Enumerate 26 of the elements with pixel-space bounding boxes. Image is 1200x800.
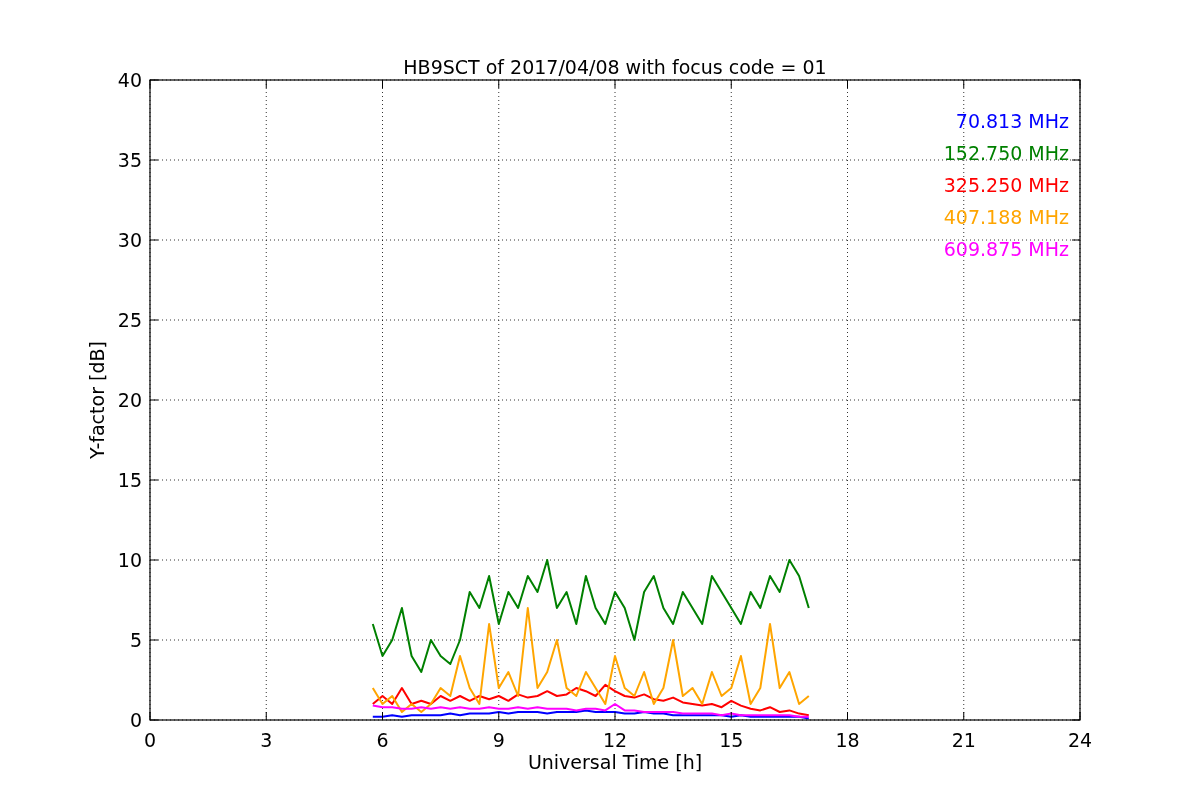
x-axis-label: Universal Time [h]: [527, 751, 703, 773]
legend-label: 407.188 MHz: [943, 206, 1069, 228]
tick-label: 6: [376, 729, 389, 751]
tick-label: 40: [117, 69, 142, 91]
legend-label: 609.875 MHz: [943, 238, 1069, 260]
tick-label: 35: [117, 149, 142, 171]
tick-label: 10: [117, 549, 142, 571]
tick-label: 5: [129, 629, 142, 651]
chart-title: HB9SCT of 2017/04/08 with focus code = 01: [403, 56, 827, 78]
legend-label: 70.813 MHz: [955, 110, 1069, 132]
legend-label: 325.250 MHz: [943, 174, 1069, 196]
tick-label: 24: [1067, 729, 1093, 751]
tick-label: 25: [117, 309, 142, 331]
tick-label: 20: [117, 389, 142, 411]
tick-label: 3: [260, 729, 273, 751]
tick-label: 9: [492, 729, 505, 751]
y-axis-label: Y-factor [dB]: [86, 341, 108, 459]
tick-label: 15: [719, 729, 744, 751]
tick-label: 0: [143, 729, 157, 751]
tick-label: 0: [129, 709, 142, 731]
tick-label: 18: [835, 729, 860, 751]
legend-label: 152.750 MHz: [943, 142, 1069, 164]
tick-label: 30: [117, 229, 142, 251]
tick-label: 15: [117, 469, 142, 491]
tick-label: 12: [602, 729, 628, 751]
tick-label: 21: [951, 729, 976, 751]
